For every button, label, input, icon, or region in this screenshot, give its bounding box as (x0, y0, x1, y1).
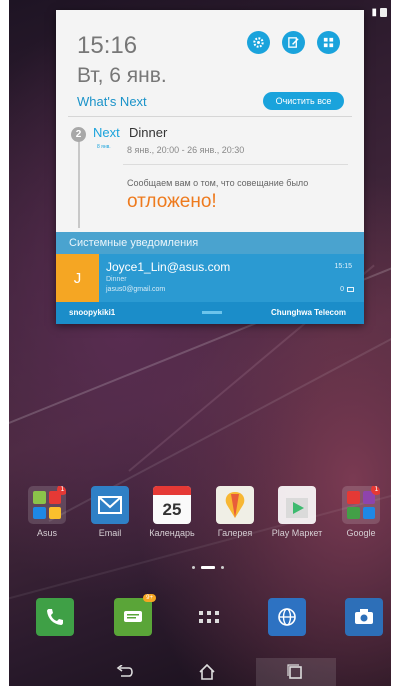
email-icon (91, 486, 129, 524)
google-folder-icon: 1 (342, 486, 380, 524)
signal-icon: ▮ (371, 6, 377, 18)
divider (123, 164, 348, 165)
app-label: Google (346, 528, 376, 538)
quick-settings-button[interactable] (317, 31, 340, 54)
system-notifications-header: Системные уведомления (56, 232, 364, 254)
avatar: J (56, 254, 99, 302)
next-label: Next (93, 125, 120, 140)
notification-badge: 1 (57, 486, 66, 495)
browser-icon[interactable] (268, 598, 306, 636)
app-label: Галерея (217, 528, 253, 538)
carrier-left: snoopykiki1 (69, 308, 116, 317)
event-date-small: 8 янв. (97, 144, 111, 150)
email-account: jasus0@gmail.com (106, 286, 166, 293)
navigation-bar (9, 658, 391, 686)
settings-button[interactable] (247, 31, 270, 54)
event-date-range: 8 янв., 20:00 - 26 янв., 20:30 (127, 145, 245, 155)
notification-panel: 15:16 Вт, 6 янв. What's Next Очистить вс… (56, 10, 364, 324)
gear-icon (253, 37, 264, 48)
divider (68, 116, 352, 117)
page-indicator (192, 566, 224, 569)
grid-icon (323, 37, 334, 48)
app-calendar[interactable]: 25 Календарь (142, 486, 202, 538)
recents-icon[interactable] (275, 660, 315, 684)
home-icon[interactable] (187, 660, 227, 684)
drag-handle[interactable] (202, 311, 222, 314)
app-label: Asus (36, 528, 57, 538)
back-icon[interactable] (104, 660, 144, 684)
email-count-value: 0 (340, 286, 344, 293)
camera-icon[interactable] (345, 598, 383, 636)
email-subject: Dinner (106, 276, 127, 283)
home-screen: ▮ 1 Asus Email 25 Календарь Галерея Play… (9, 0, 391, 686)
app-label: Play Маркет (271, 528, 323, 538)
email-notification[interactable]: J Joyce1_Lin@asus.com Dinner jasus0@gmai… (56, 254, 364, 302)
play-store-icon (278, 486, 316, 524)
calendar-day: 25 (162, 500, 182, 519)
phone-icon[interactable] (36, 598, 74, 636)
carrier-bar: snoopykiki1 Chunghwa Telecom (56, 302, 364, 324)
whats-next-label: What's Next (77, 94, 147, 109)
messages-icon[interactable]: 9+ (114, 594, 156, 636)
app-play-store[interactable]: Play Маркет (267, 486, 327, 538)
clear-all-button[interactable]: Очистить все (263, 92, 344, 110)
mail-icon (347, 287, 354, 292)
app-google[interactable]: 1 Google (331, 486, 391, 538)
timeline-line (78, 136, 80, 228)
app-asus[interactable]: 1 Asus (17, 486, 77, 538)
notification-badge: 1 (371, 486, 380, 495)
app-email[interactable]: Email (80, 486, 140, 538)
edit-note-icon (288, 37, 299, 48)
clock-date: Вт, 6 янв. (77, 64, 167, 87)
gallery-icon (216, 486, 254, 524)
edit-button[interactable] (282, 31, 305, 54)
event-count-badge: 2 (71, 127, 86, 142)
all-apps-icon[interactable] (190, 598, 228, 636)
email-count: 0 (340, 286, 354, 293)
battery-icon (380, 7, 387, 17)
app-gallery[interactable]: Галерея (205, 486, 265, 538)
carrier-right: Chunghwa Telecom (271, 308, 346, 317)
app-label: Email (98, 528, 122, 538)
clock-time: 15:16 (77, 32, 138, 59)
email-sender: Joyce1_Lin@asus.com (106, 260, 231, 274)
event-status: отложено! (127, 191, 217, 212)
calendar-icon: 25 (153, 486, 191, 524)
email-time: 15:15 (334, 263, 352, 270)
asus-folder-icon: 1 (28, 486, 66, 524)
notification-badge: 9+ (143, 594, 156, 602)
app-label: Календарь (149, 528, 195, 538)
event-title[interactable]: Dinner (129, 125, 167, 140)
event-message: Сообщаем вам о том, что совещание было (127, 178, 309, 188)
